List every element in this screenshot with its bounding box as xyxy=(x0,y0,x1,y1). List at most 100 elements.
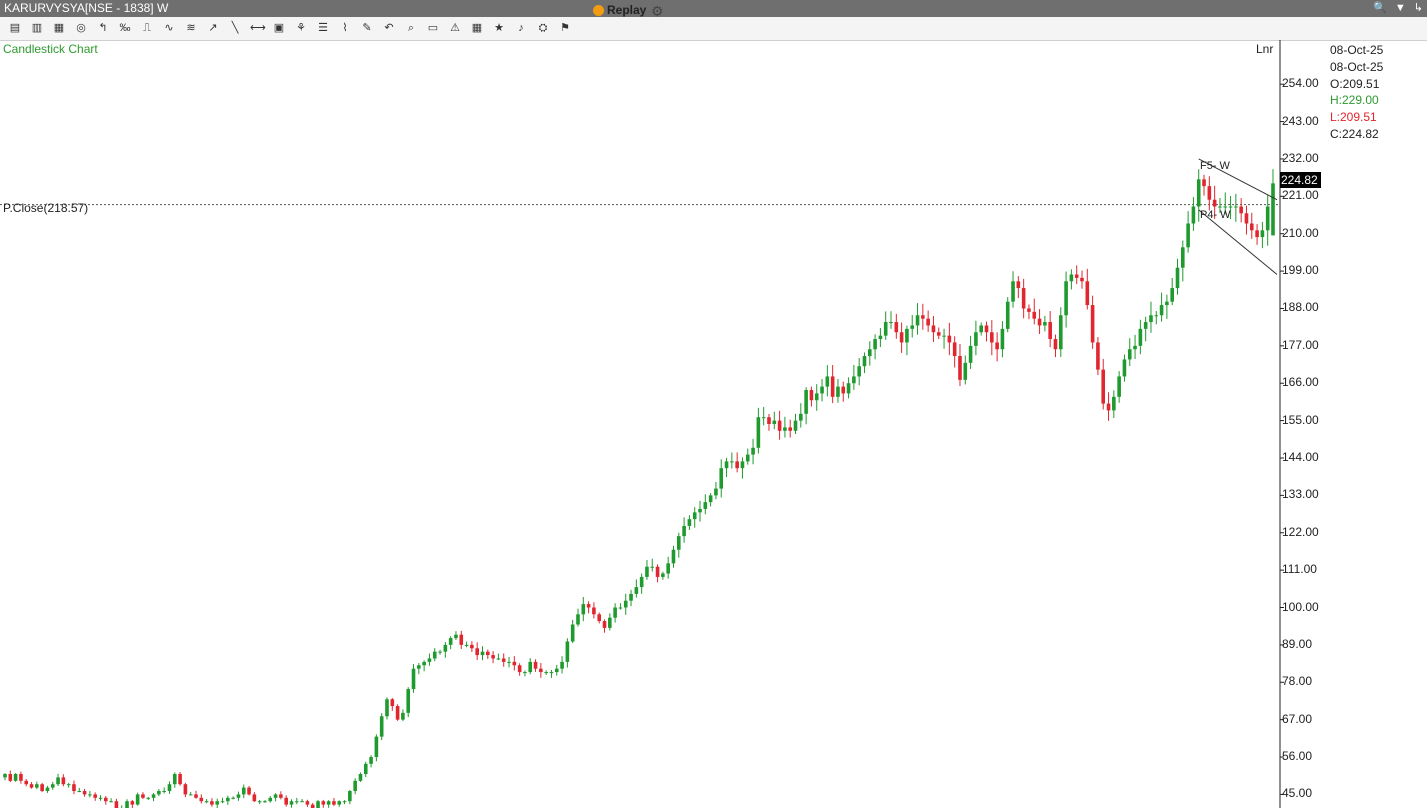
bar-chart-icon[interactable]: ▤ xyxy=(8,21,22,35)
compare-icon[interactable]: ⎍ xyxy=(140,21,154,35)
candle-46 xyxy=(247,787,251,795)
candle-51 xyxy=(273,794,278,798)
scale-type-toggle[interactable]: Lnr xyxy=(1256,42,1273,56)
candle-84 xyxy=(448,638,453,645)
candle-186 xyxy=(990,332,994,343)
candle-60 xyxy=(321,801,326,805)
crosshair-icon[interactable]: ◎ xyxy=(74,21,88,35)
candle-143 xyxy=(761,417,766,419)
settings-icon[interactable]: ⛭ xyxy=(536,21,550,35)
candle-215 xyxy=(1143,322,1148,329)
candle-73 xyxy=(390,699,395,707)
candle-125 xyxy=(666,563,670,574)
candle-44 xyxy=(236,794,241,798)
candle-113 xyxy=(602,621,607,628)
candle-111 xyxy=(592,607,596,615)
study-icon[interactable]: ∿ xyxy=(162,21,176,35)
replay-label: Replay xyxy=(607,3,647,17)
y-tick-label-2: 232.00 xyxy=(1282,150,1319,165)
cube-icon[interactable]: ⚘ xyxy=(294,21,308,35)
pointer-icon[interactable]: ↰ xyxy=(96,21,110,35)
search-icon[interactable]: 🔍 xyxy=(1373,0,1387,17)
candle-39 xyxy=(210,801,214,805)
candle-239 xyxy=(1271,183,1275,236)
ohlc-date-2: 08-Oct-25 xyxy=(1330,59,1384,74)
bell-icon[interactable]: ♪ xyxy=(514,21,528,35)
undo-icon[interactable]: ↶ xyxy=(382,21,396,35)
candle-184 xyxy=(979,325,984,333)
candle-115 xyxy=(613,607,617,618)
candle-137 xyxy=(730,461,734,463)
star-icon[interactable]: ★ xyxy=(492,21,506,35)
chart-toolbar: ▤ ▥ ▦ ◎ ↰ ‰ ⎍ ∿ ≋ ↗ ╲ ⟷ ▣ ⚘ ☰ ⌇ ✎ ↶ ⌕ ▭ ⚠ ▦ ★ ♪ ⛭ ⚑ xyxy=(0,17,1427,41)
gear-icon[interactable]: ⚙ xyxy=(651,3,664,20)
fib-icon[interactable]: ☰ xyxy=(316,21,330,35)
candle-102 xyxy=(544,672,548,674)
candle-74 xyxy=(395,706,400,720)
candle-108 xyxy=(576,614,580,625)
candle-114 xyxy=(608,617,612,628)
line-chart-icon[interactable]: ▦ xyxy=(52,21,66,35)
candle-140 xyxy=(745,454,750,462)
candle-142 xyxy=(756,417,761,448)
prev-close-label: P.Close(218.57) xyxy=(3,201,89,215)
y-tick-label-3: 221.00 xyxy=(1282,188,1319,203)
cursor-icon[interactable]: ↗ xyxy=(206,21,220,35)
candle-2 xyxy=(13,774,18,781)
candle-199 xyxy=(1058,315,1063,350)
y-tick-label-11: 133.00 xyxy=(1282,487,1319,502)
candle-81 xyxy=(432,651,437,659)
candle-chart-icon[interactable]: ▥ xyxy=(30,21,44,35)
candle-34 xyxy=(183,784,188,795)
pin-icon[interactable]: ↳ xyxy=(1414,0,1423,17)
draw-icon[interactable]: ≋ xyxy=(184,21,198,35)
candle-178 xyxy=(947,335,952,343)
candle-160 xyxy=(852,376,856,384)
line-tool-icon[interactable]: ╲ xyxy=(228,21,242,35)
candle-203 xyxy=(1080,277,1084,282)
ruler-icon[interactable]: ✎ xyxy=(360,21,374,35)
zoom-icon[interactable]: ⌕ xyxy=(404,21,418,35)
candle-198 xyxy=(1053,339,1058,350)
chart-canvas[interactable] xyxy=(0,40,1427,808)
replay-button[interactable]: Replay xyxy=(593,3,646,17)
candle-146 xyxy=(777,420,782,431)
trendline-icon[interactable]: ⟷ xyxy=(250,21,266,35)
candle-95 xyxy=(507,661,511,663)
candle-35 xyxy=(188,794,193,796)
candle-188 xyxy=(1000,328,1005,350)
candle-159 xyxy=(846,383,851,394)
y-tick-label-17: 67.00 xyxy=(1282,711,1313,726)
y-tick-label-13: 111.00 xyxy=(1282,562,1317,577)
candle-213 xyxy=(1133,345,1137,350)
alerts-icon[interactable]: ⚠ xyxy=(448,21,462,35)
candle-208 xyxy=(1106,403,1111,411)
candle-164 xyxy=(873,339,877,350)
interval-icon[interactable]: ‰ xyxy=(118,21,132,35)
table-icon[interactable]: ▦ xyxy=(470,21,484,35)
candle-168 xyxy=(894,322,899,333)
y-tick-label-5: 199.00 xyxy=(1282,263,1319,278)
candle-162 xyxy=(862,356,867,367)
template-icon[interactable]: ▭ xyxy=(426,21,440,35)
candle-40 xyxy=(215,801,220,805)
candle-231 xyxy=(1228,206,1233,208)
candle-80 xyxy=(427,658,432,662)
candle-26 xyxy=(141,794,145,798)
candle-75 xyxy=(401,712,405,720)
candle-122 xyxy=(650,566,655,568)
candle-30 xyxy=(162,791,166,793)
chevron-down-icon[interactable]: ▼ xyxy=(1395,0,1406,17)
candle-232 xyxy=(1234,206,1238,208)
f4-annotation: P4- W xyxy=(1200,209,1231,221)
parallel-icon[interactable]: ⌇ xyxy=(338,21,352,35)
candle-106 xyxy=(565,641,570,662)
snapshot-icon[interactable]: ⚑ xyxy=(558,21,572,35)
candle-131 xyxy=(698,508,702,513)
candle-204 xyxy=(1085,281,1090,306)
candle-187 xyxy=(995,342,999,350)
horizontal-line-icon[interactable]: ▣ xyxy=(272,21,286,35)
candle-173 xyxy=(921,315,925,319)
candle-133 xyxy=(708,495,713,503)
candle-200 xyxy=(1064,281,1068,316)
